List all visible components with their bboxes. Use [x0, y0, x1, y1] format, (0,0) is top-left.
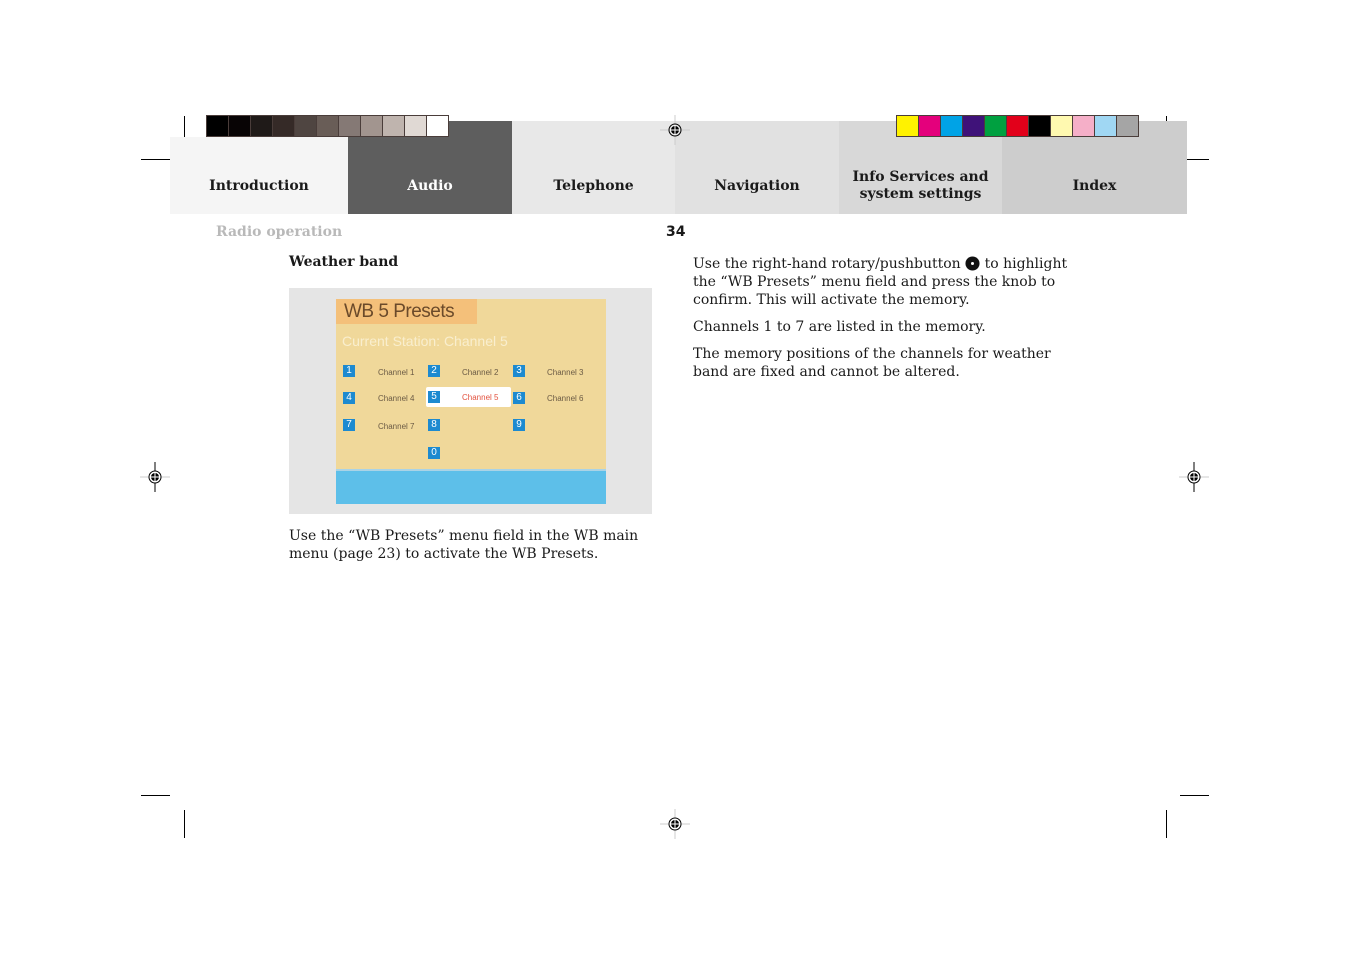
color-swatch	[1095, 116, 1116, 136]
tab-label: Telephone	[553, 178, 634, 194]
screen-title: WB 5 Presets	[336, 299, 477, 324]
tab-introduction[interactable]: Introduction	[170, 137, 348, 214]
preset-label-selected: Channel 5	[462, 393, 499, 402]
color-swatch	[1029, 116, 1050, 136]
tab-label: Navigation	[714, 178, 800, 194]
tab-telephone[interactable]: Telephone	[512, 121, 675, 214]
crop-mark	[1180, 795, 1209, 796]
crop-mark	[1166, 810, 1167, 838]
tab-label: Info Services and system settings	[852, 169, 988, 203]
color-swatch	[383, 116, 404, 136]
process-color-bar	[896, 115, 1139, 137]
grayscale-color-bar	[206, 115, 449, 137]
color-swatch	[405, 116, 426, 136]
tab-label: Index	[1072, 178, 1117, 194]
preset-key-2[interactable]: 2	[428, 365, 440, 377]
color-swatch	[229, 116, 250, 136]
color-swatch	[1051, 116, 1072, 136]
section-heading: Weather band	[289, 254, 399, 270]
figure-caption: Use the “WB Presets” menu field in the W…	[289, 527, 669, 563]
preset-label: Channel 7	[378, 422, 415, 431]
paragraph-2: Channels 1 to 7 are listed in the memory…	[693, 319, 986, 335]
color-swatch	[317, 116, 338, 136]
section-title: Radio operation	[216, 224, 343, 240]
preset-key-6[interactable]: 6	[513, 392, 525, 404]
color-swatch	[339, 116, 360, 136]
preset-key-1[interactable]: 1	[343, 365, 355, 377]
rotary-knob-icon	[965, 256, 980, 271]
color-swatch	[985, 116, 1006, 136]
color-swatch	[1117, 116, 1138, 136]
preset-label: Channel 2	[462, 368, 499, 377]
color-swatch	[273, 116, 294, 136]
color-swatch	[941, 116, 962, 136]
preset-key-4[interactable]: 4	[343, 392, 355, 404]
preset-label: Channel 4	[378, 394, 415, 403]
paragraph-1: Use the right-hand rotary/pushbutton to …	[693, 255, 1073, 309]
preset-label: Channel 6	[547, 394, 584, 403]
registration-mark-icon	[140, 462, 170, 492]
preset-key-3[interactable]: 3	[513, 365, 525, 377]
tab-label: Introduction	[209, 178, 309, 194]
preset-label: Channel 1	[378, 368, 415, 377]
color-swatch	[1007, 116, 1028, 136]
body-text: Use the right-hand rotary/pushbutton to …	[693, 255, 1073, 390]
tab-label-line2: system settings	[859, 186, 982, 202]
registration-mark-icon	[660, 115, 690, 145]
color-swatch	[295, 116, 316, 136]
color-swatch	[897, 116, 918, 136]
crop-mark	[184, 810, 185, 838]
preset-key-5[interactable]: 5	[428, 391, 440, 403]
crop-mark	[141, 795, 170, 796]
color-swatch	[361, 116, 382, 136]
preset-key-0[interactable]: 0	[428, 447, 440, 459]
tab-label-line1: Info Services and	[852, 169, 989, 185]
tab-label: Audio	[407, 178, 453, 194]
tab-navigation[interactable]: Navigation	[675, 121, 839, 214]
registration-mark-icon	[660, 809, 690, 839]
wb-presets-screen: WB 5 Presets Current Station: Channel 5 …	[336, 299, 606, 504]
paragraph-3: The memory positions of the channels for…	[693, 346, 1051, 380]
color-swatch	[1073, 116, 1094, 136]
color-swatch	[963, 116, 984, 136]
preset-key-8[interactable]: 8	[428, 419, 440, 431]
crop-mark	[141, 159, 170, 160]
current-station: Current Station: Channel 5	[342, 333, 508, 349]
color-swatch	[251, 116, 272, 136]
color-swatch	[919, 116, 940, 136]
caption-text: Use the “WB Presets” menu field in the W…	[289, 528, 639, 562]
page-number: 34	[666, 224, 686, 240]
preset-key-9[interactable]: 9	[513, 419, 525, 431]
paragraph-1-start: Use the right-hand rotary/pushbutton	[693, 256, 961, 272]
screen-status-bar	[336, 469, 606, 504]
color-swatch	[207, 116, 228, 136]
registration-mark-icon	[1179, 462, 1209, 492]
color-swatch	[427, 116, 448, 136]
preset-key-7[interactable]: 7	[343, 419, 355, 431]
screen-figure: WB 5 Presets Current Station: Channel 5 …	[289, 288, 652, 514]
preset-label: Channel 3	[547, 368, 584, 377]
